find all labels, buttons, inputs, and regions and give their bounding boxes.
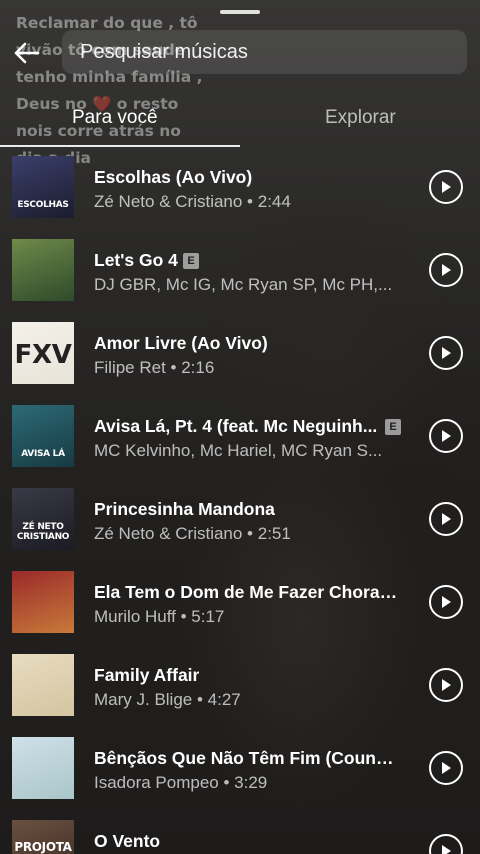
song-title: Princesinha Mandona bbox=[94, 499, 275, 519]
song-row[interactable]: Bênçãos Que Não Têm Fim (Counti... Isado… bbox=[0, 727, 480, 809]
play-button[interactable] bbox=[429, 751, 463, 785]
song-title: Bênçãos Que Não Têm Fim (Counti... bbox=[94, 748, 399, 768]
album-cover: PROJOTA bbox=[12, 820, 74, 854]
album-cover bbox=[12, 737, 74, 799]
song-title: Let's Go 4 bbox=[94, 250, 178, 270]
search-input[interactable]: Pesquisar músicas bbox=[80, 41, 248, 64]
play-icon bbox=[442, 347, 451, 359]
song-subtitle: Murilo Huff • 5:17 bbox=[94, 607, 225, 626]
album-cover: ZÉ NETO CRISTIANO bbox=[12, 488, 74, 550]
album-cover: FXV bbox=[12, 322, 74, 384]
explicit-badge: E bbox=[183, 253, 199, 269]
song-subtitle: Isadora Pompeo • 3:29 bbox=[94, 773, 268, 792]
song-row[interactable]: ZÉ NETO CRISTIANO Princesinha Mandona Zé… bbox=[0, 478, 480, 560]
song-subtitle: DJ GBR, Mc IG, Mc Ryan SP, Mc PH,... bbox=[94, 275, 393, 294]
song-row[interactable]: PROJOTA O Vento bbox=[0, 810, 480, 854]
song-row[interactable]: ESCOLHAS Escolhas (Ao Vivo) Zé Neto & Cr… bbox=[0, 146, 480, 228]
tab-for-you[interactable]: Para você bbox=[72, 107, 158, 129]
album-cover bbox=[12, 654, 74, 716]
explicit-badge: E bbox=[385, 419, 401, 435]
back-button[interactable] bbox=[8, 36, 44, 70]
cover-text: ESCOLHAS bbox=[17, 200, 69, 210]
song-row[interactable]: Let's Go 4 E DJ GBR, Mc IG, Mc Ryan SP, … bbox=[0, 229, 480, 311]
play-icon bbox=[442, 596, 451, 608]
play-icon bbox=[442, 513, 451, 525]
play-icon bbox=[442, 181, 451, 193]
arrow-left-icon bbox=[14, 42, 40, 64]
play-button[interactable] bbox=[429, 419, 463, 453]
song-title: Amor Livre (Ao Vivo) bbox=[94, 333, 268, 353]
play-button[interactable] bbox=[429, 253, 463, 287]
album-cover: AVISA LÁ bbox=[12, 405, 74, 467]
play-button[interactable] bbox=[429, 585, 463, 619]
album-cover bbox=[12, 239, 74, 301]
play-button[interactable] bbox=[429, 834, 463, 854]
tab-explore[interactable]: Explorar bbox=[325, 107, 396, 129]
cover-text: PROJOTA bbox=[14, 840, 72, 854]
play-button[interactable] bbox=[429, 336, 463, 370]
song-subtitle: Zé Neto & Cristiano • 2:51 bbox=[94, 524, 291, 543]
song-row[interactable]: FXV Amor Livre (Ao Vivo) Filipe Ret • 2:… bbox=[0, 312, 480, 394]
play-icon bbox=[442, 264, 451, 276]
song-subtitle: Mary J. Blige • 4:27 bbox=[94, 690, 241, 709]
song-title: Escolhas (Ao Vivo) bbox=[94, 167, 253, 187]
song-row[interactable]: Family Affair Mary J. Blige • 4:27 bbox=[0, 644, 480, 726]
song-title: Ela Tem o Dom de Me Fazer Chorar... bbox=[94, 582, 399, 602]
album-cover bbox=[12, 571, 74, 633]
play-icon bbox=[442, 679, 451, 691]
cover-text: ZÉ NETO CRISTIANO bbox=[16, 522, 70, 542]
play-button[interactable] bbox=[429, 502, 463, 536]
song-row[interactable]: AVISA LÁ Avisa Lá, Pt. 4 (feat. Mc Negui… bbox=[0, 395, 480, 477]
album-cover: ESCOLHAS bbox=[12, 156, 74, 218]
tab-bar: Para você Explorar bbox=[0, 100, 480, 148]
song-title: Family Affair bbox=[94, 665, 200, 685]
song-row[interactable]: Ela Tem o Dom de Me Fazer Chorar... Muri… bbox=[0, 561, 480, 643]
play-icon bbox=[442, 762, 451, 774]
cover-text: FXV bbox=[14, 340, 72, 370]
song-subtitle: MC Kelvinho, Mc Hariel, MC Ryan S... bbox=[94, 441, 383, 460]
sheet-drag-handle[interactable] bbox=[220, 10, 260, 14]
song-subtitle: Filipe Ret • 2:16 bbox=[94, 358, 215, 377]
play-icon bbox=[442, 845, 451, 854]
song-title: Avisa Lá, Pt. 4 (feat. Mc Neguinh... bbox=[94, 416, 378, 436]
song-title: O Vento bbox=[94, 831, 161, 851]
cover-text: AVISA LÁ bbox=[21, 449, 65, 459]
play-icon bbox=[442, 430, 451, 442]
play-button[interactable] bbox=[429, 170, 463, 204]
song-subtitle: Zé Neto & Cristiano • 2:44 bbox=[94, 192, 291, 211]
play-button[interactable] bbox=[429, 668, 463, 702]
